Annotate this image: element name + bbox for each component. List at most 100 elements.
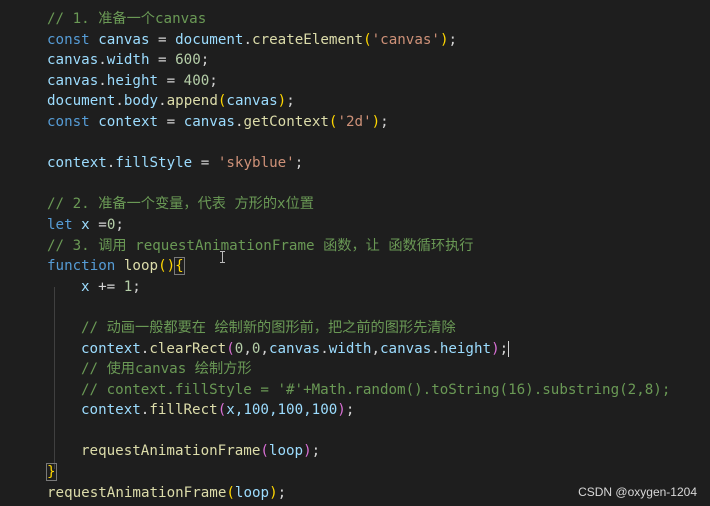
dot: . bbox=[431, 340, 440, 357]
dot: . bbox=[320, 340, 329, 357]
code-line-3: canvas.width = 600; bbox=[47, 50, 710, 71]
property: body bbox=[123, 93, 159, 110]
keyword: let bbox=[47, 216, 73, 233]
semicolon: ; bbox=[345, 402, 355, 419]
object: canvas bbox=[183, 113, 235, 130]
function-name: clearRect bbox=[149, 340, 227, 357]
params: () bbox=[158, 258, 176, 275]
object: canvas bbox=[268, 340, 321, 357]
code-line-13: function loop(){ bbox=[47, 256, 710, 277]
semicolon: ; bbox=[448, 31, 458, 48]
semicolon: ; bbox=[209, 72, 218, 89]
code-line-5: document.body.append(canvas); bbox=[47, 91, 710, 112]
arguments: x,100,100,100 bbox=[226, 402, 338, 419]
comma: , bbox=[243, 340, 252, 357]
semicolon: ; bbox=[380, 113, 389, 130]
code-line-18: // 使用canvas 绘制方形 bbox=[47, 359, 710, 380]
object: document bbox=[175, 31, 244, 48]
property: height bbox=[439, 340, 492, 357]
paren-open: ( bbox=[217, 402, 227, 419]
argument: loop bbox=[234, 484, 270, 501]
comma: , bbox=[371, 340, 381, 357]
object: context bbox=[81, 402, 141, 419]
function-name: append bbox=[166, 93, 218, 110]
string: 'canvas' bbox=[371, 31, 440, 48]
function-name: requestAnimationFrame bbox=[81, 443, 261, 460]
variable: x bbox=[81, 216, 90, 233]
comment: // 1. 准备一个canvas bbox=[47, 11, 207, 27]
function-name: fillRect bbox=[149, 402, 218, 419]
paren-open: ( bbox=[226, 484, 235, 501]
function-name: createElement bbox=[252, 31, 364, 48]
dot: . bbox=[158, 93, 167, 110]
keyword: const bbox=[47, 113, 90, 130]
semicolon: ; bbox=[277, 484, 287, 501]
code-line-14: x += 1; bbox=[47, 277, 710, 298]
code-line-6: const context = canvas.getContext('2d'); bbox=[47, 112, 710, 133]
dot: . bbox=[98, 52, 107, 69]
variable: context bbox=[47, 155, 107, 172]
code-line-4: canvas.height = 400; bbox=[47, 71, 710, 92]
paren-open: ( bbox=[363, 31, 372, 48]
comment: // 动画一般都要在 绘制新的图形前，把之前的图形先清除 bbox=[81, 319, 456, 336]
number: 600 bbox=[175, 52, 201, 69]
paren-close: ) bbox=[439, 31, 449, 48]
code-line-19: // context.fillStyle = '#'+Math.random()… bbox=[47, 380, 710, 401]
function-name: requestAnimationFrame bbox=[47, 484, 227, 501]
paren-open: ( bbox=[260, 443, 269, 460]
variable: context bbox=[98, 113, 159, 130]
keyword: function bbox=[47, 258, 116, 275]
operator: = bbox=[149, 31, 176, 48]
variable: canvas bbox=[98, 31, 150, 48]
comment: // 使用canvas 绘制方形 bbox=[81, 361, 252, 378]
property: width bbox=[328, 340, 372, 357]
comment: // context.fillStyle = '#'+Math.random()… bbox=[81, 381, 671, 398]
semicolon: ; bbox=[286, 93, 295, 110]
number: 400 bbox=[183, 72, 210, 89]
paren-close: ) bbox=[337, 402, 346, 419]
function-name: loop bbox=[123, 258, 159, 275]
brace-close: } bbox=[46, 463, 57, 482]
watermark: CSDN @oxygen-1204 bbox=[578, 485, 697, 499]
property: fillStyle bbox=[115, 155, 193, 172]
code-area[interactable]: // 1. 准备一个canvas const canvas = document… bbox=[46, 9, 710, 503]
code-line-2: const canvas = document.createElement('c… bbox=[47, 30, 710, 51]
operator: += bbox=[89, 278, 124, 295]
string: '2d' bbox=[337, 113, 372, 130]
dot: . bbox=[98, 72, 107, 89]
code-line-16: // 动画一般都要在 绘制新的图形前，把之前的图形先清除 bbox=[47, 318, 710, 339]
comment: // 3. 调用 requestAnimationFrame 函数，让 函数循环… bbox=[47, 237, 474, 254]
operator: = bbox=[158, 72, 184, 89]
code-line-10: // 2. 准备一个变量，代表 方形的x位置 bbox=[47, 194, 710, 215]
semicolon: ; bbox=[294, 155, 304, 172]
variable: canvas bbox=[47, 72, 99, 89]
code-line-23: } bbox=[46, 462, 710, 483]
paren-open: ( bbox=[226, 340, 235, 357]
semicolon: ; bbox=[200, 52, 210, 69]
ibeam-cursor-icon bbox=[220, 251, 225, 263]
code-line-20: context.fillRect(x,100,100,100); bbox=[47, 400, 710, 421]
operator: = bbox=[149, 52, 176, 69]
semicolon: ; bbox=[499, 340, 509, 357]
paren-close: ) bbox=[303, 443, 312, 460]
number: 1 bbox=[123, 278, 133, 295]
code-line-22: requestAnimationFrame(loop); bbox=[47, 441, 710, 462]
dot: . bbox=[243, 31, 253, 48]
operator: = bbox=[89, 216, 107, 233]
function-name: getContext bbox=[243, 113, 329, 130]
code-line-17: context.clearRect(0,0,canvas.width,canva… bbox=[47, 339, 710, 360]
text-cursor bbox=[508, 340, 510, 357]
object: document bbox=[47, 93, 116, 110]
object: context bbox=[81, 340, 141, 357]
variable: x bbox=[81, 278, 90, 295]
code-line-1: // 1. 准备一个canvas bbox=[47, 9, 710, 30]
semicolon: ; bbox=[311, 443, 321, 460]
code-editor[interactable]: // 1. 准备一个canvas const canvas = document… bbox=[0, 0, 710, 506]
string: 'skyblue' bbox=[217, 155, 295, 172]
operator: = bbox=[192, 155, 218, 172]
object: canvas bbox=[380, 340, 432, 357]
